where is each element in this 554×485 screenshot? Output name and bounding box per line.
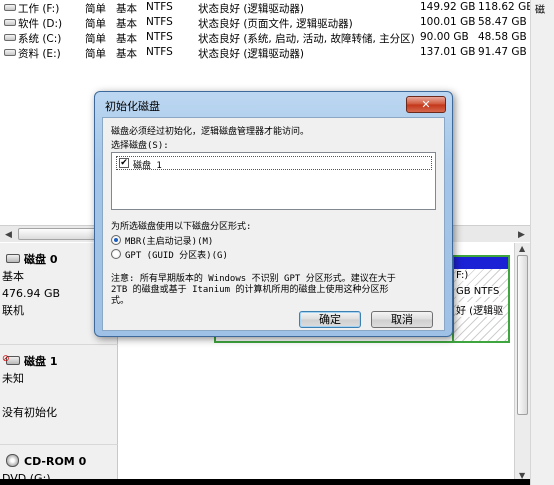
volume-fs: NTFS: [146, 46, 173, 58]
ok-button[interactable]: 确定: [299, 311, 361, 328]
partition-style-label: 为所选磁盘使用以下磁盘分区形式:: [111, 222, 252, 232]
scroll-up-icon[interactable]: ▲: [519, 244, 525, 253]
volume-type: 基本: [116, 18, 137, 30]
volume-layout: 简单: [85, 3, 106, 15]
partition-line: 好 (逻辑驱: [456, 302, 504, 317]
partition-line: GB NTFS: [456, 286, 500, 297]
volume-name: 资料 (E:): [18, 48, 61, 60]
volume-status: 状态良好 (系统, 启动, 活动, 故障转储, 主分区): [198, 33, 415, 45]
gpt-radio-label[interactable]: GPT (GUID 分区表)(G): [125, 248, 228, 261]
volume-free: 91.47 GB: [478, 46, 527, 58]
right-panel-label: 磁: [535, 5, 545, 16]
volume-type: 基本: [116, 33, 137, 45]
uninitialized-disk-icon: [2, 351, 20, 368]
mbr-radio[interactable]: [111, 235, 121, 245]
disk0-title: 磁盘 0: [24, 253, 58, 266]
disk1-state: 没有初始化: [2, 406, 57, 419]
volume-layout: 简单: [85, 18, 106, 30]
volume-status: 状态良好 (逻辑驱动器): [198, 3, 305, 15]
volume-type: 基本: [116, 48, 137, 60]
cancel-button[interactable]: 取消: [371, 311, 433, 328]
drive-icon: [4, 19, 16, 26]
dialog-title: 初始化磁盘: [105, 100, 160, 113]
scroll-left-icon[interactable]: ◀: [5, 230, 12, 240]
drive-icon: [4, 4, 16, 11]
disk1-label[interactable]: 磁盘 1 未知 没有初始化: [0, 345, 118, 445]
disk1-title: 磁盘 1: [24, 355, 58, 368]
volume-capacity: 137.01 GB: [420, 46, 476, 58]
gpt-radio[interactable]: [111, 249, 121, 259]
cdrom-icon: [6, 454, 19, 467]
select-disk-label: 选择磁盘(S):: [111, 141, 169, 151]
volume-free: 58.47 GB: [478, 16, 527, 28]
initialize-disk-dialog: 初始化磁盘 ✕ 磁盘必须经过初始化，逻辑磁盘管理器才能访问。 选择磁盘(S): …: [94, 91, 453, 337]
volume-name: 系统 (C:): [18, 33, 62, 45]
close-button[interactable]: ✕: [406, 96, 446, 113]
partition-line: F:): [456, 270, 469, 281]
disk-item-label: 磁盘 1: [133, 161, 162, 171]
vertical-scrollbar[interactable]: ▲ ▼: [514, 243, 530, 485]
drive-icon: [4, 34, 16, 41]
volume-capacity: 90.00 GB: [420, 31, 469, 43]
mbr-radio-label[interactable]: MBR(主启动记录)(M): [125, 234, 213, 247]
volume-name: 工作 (F:): [18, 3, 60, 15]
note-line: 式。: [111, 296, 130, 306]
disk-list-item[interactable]: ✔ 磁盘 1: [116, 156, 432, 171]
dialog-message: 磁盘必须经过初始化，逻辑磁盘管理器才能访问。: [111, 127, 310, 137]
volume-capacity: 149.92 GB: [420, 1, 476, 13]
scroll-right-icon[interactable]: ▶: [518, 230, 525, 240]
dialog-body: 磁盘必须经过初始化，逻辑磁盘管理器才能访问。 选择磁盘(S): ✔ 磁盘 1 为…: [102, 117, 445, 331]
disk-icon: [6, 254, 20, 263]
volume-free: 48.58 GB: [478, 31, 527, 43]
volume-fs: NTFS: [146, 1, 173, 13]
disk1-type: 未知: [2, 372, 24, 385]
volume-layout: 简单: [85, 33, 106, 45]
volume-row[interactable]: 工作 (F:) 简单 基本 NTFS 状态良好 (逻辑驱动器) 149.92 G…: [0, 0, 534, 16]
disk-listbox[interactable]: ✔ 磁盘 1: [111, 152, 436, 210]
drive-icon: [4, 49, 16, 56]
volume-status: 状态良好 (逻辑驱动器): [198, 48, 305, 60]
cdrom-title: CD-ROM 0: [24, 455, 87, 468]
volume-type: 基本: [116, 3, 137, 15]
volume-row[interactable]: 资料 (E:) 简单 基本 NTFS 状态良好 (逻辑驱动器) 137.01 G…: [0, 45, 530, 61]
volume-fs: NTFS: [146, 31, 173, 43]
partition-block[interactable]: [214, 337, 452, 343]
volume-row[interactable]: 系统 (C:) 简单 基本 NTFS 状态良好 (系统, 启动, 活动, 故障转…: [0, 30, 530, 46]
right-panel-strip: 磁: [530, 0, 554, 485]
volume-row[interactable]: 软件 (D:) 简单 基本 NTFS 状态良好 (页面文件, 逻辑驱动器) 10…: [0, 15, 530, 31]
volume-free: 118.62 GB: [478, 1, 534, 13]
partition-block[interactable]: F:) GB NTFS 好 (逻辑驱: [452, 255, 510, 343]
volume-name: 软件 (D:): [18, 18, 63, 30]
vertical-scroll-thumb[interactable]: [517, 255, 528, 415]
volume-capacity: 100.01 GB: [420, 16, 476, 28]
legend-bar: [0, 479, 530, 485]
volume-layout: 简单: [85, 48, 106, 60]
volume-status: 状态良好 (页面文件, 逻辑驱动器): [198, 18, 353, 30]
volume-fs: NTFS: [146, 16, 173, 28]
partition-header-bar: [454, 257, 508, 269]
disk-checkbox[interactable]: ✔: [119, 158, 129, 168]
note-line: 2TB 的磁盘或基于 Itanium 的计算机所用的磁盘上使用这种分区形: [111, 285, 389, 295]
